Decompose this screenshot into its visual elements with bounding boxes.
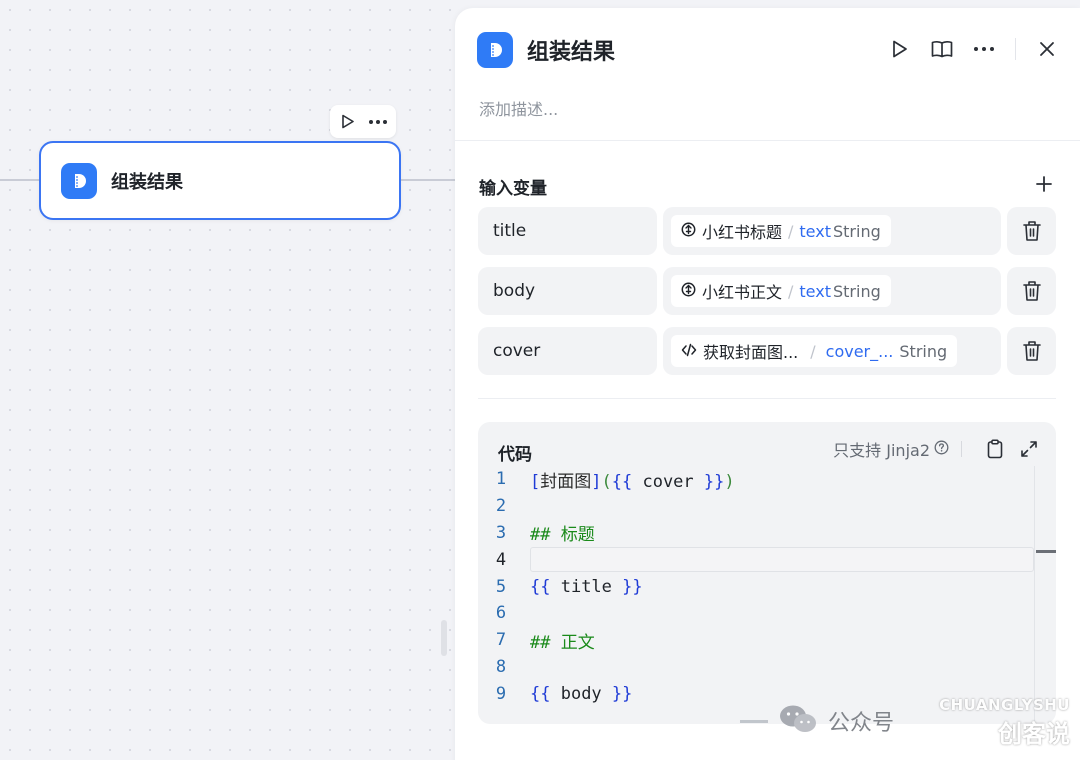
input-variable-row: title 小红书标题 / text String [478, 207, 1056, 255]
code-text: ## 标题 [530, 525, 595, 546]
reference-node-name: 小红书正文 [702, 283, 783, 302]
play-icon[interactable] [339, 113, 357, 131]
variable-reference-select[interactable]: 小红书正文 / text String [663, 267, 1001, 315]
watermark: 公众号 CHUANGLYSHU 创客说 [740, 696, 1070, 749]
watermark-brand: CHUANGLYSHU 创客说 [939, 696, 1070, 749]
divider [478, 398, 1056, 399]
reference-type: String [832, 221, 881, 241]
panel-title: 组装结果 [527, 40, 616, 65]
reference-type: String [899, 341, 948, 361]
reference-type: String [832, 281, 881, 301]
code-line: 7 ## 正文 [478, 627, 1034, 654]
play-icon[interactable] [887, 36, 913, 62]
trash-icon [1022, 341, 1041, 361]
panel-resize-handle[interactable] [441, 620, 447, 656]
code-line: 2 [478, 493, 1034, 520]
workflow-node[interactable]: 组装结果 [39, 141, 401, 220]
variable-name-input[interactable]: body [478, 267, 657, 315]
reference-node-name: 获取封面图... [703, 343, 799, 362]
help-circle-icon[interactable] [934, 440, 949, 459]
code-section-title: 代码 [498, 445, 532, 465]
input-variable-row: cover 获取封面图... / cover_... String [478, 327, 1056, 375]
input-variable-row: body 小红书正文 / text String [478, 267, 1056, 315]
variable-reference-select[interactable]: 小红书标题 / text String [663, 207, 1001, 255]
clipboard-icon[interactable] [982, 436, 1008, 462]
code-line-active: 4 [478, 546, 1034, 573]
delete-variable-button[interactable] [1007, 267, 1056, 315]
code-toolbar: 只支持 Jinja2 [833, 436, 1042, 462]
line-number: 3 [495, 522, 507, 543]
line-number: 9 [495, 683, 507, 704]
jinja-support-text: 只支持 Jinja2 [833, 441, 930, 460]
description-input[interactable]: 添加描述... [479, 96, 558, 120]
variable-name-input[interactable]: title [478, 207, 657, 255]
watermark-dash [740, 719, 768, 723]
code-line: 6 [478, 600, 1034, 627]
line-number: 8 [495, 656, 507, 677]
line-number: 2 [495, 496, 507, 517]
variable-reference-select[interactable]: 获取封面图... / cover_... String [663, 327, 1001, 375]
reference-field: text [799, 221, 831, 241]
watermark-brand-bottom: 创客说 [998, 720, 1070, 748]
code-line: 3 ## 标题 [478, 520, 1034, 547]
llm-icon [681, 282, 696, 301]
scrollbar-thumb[interactable] [1036, 550, 1056, 553]
delete-variable-button[interactable] [1007, 207, 1056, 255]
line-number: 4 [495, 549, 507, 570]
editor-scrollbar[interactable] [1034, 466, 1056, 724]
line-number: 6 [495, 603, 507, 624]
code-text: {{ title }} [530, 576, 643, 597]
edge-incoming [0, 179, 40, 181]
watermark-brand-top: CHUANGLYSHU [939, 696, 1070, 714]
code-lines[interactable]: 1 [封面图]({{ cover }}) 2 3 ## 标题 4 5 {{ ti… [478, 466, 1034, 707]
node-toolbar [330, 105, 396, 138]
panel-header-actions [871, 36, 1060, 62]
variable-name-input[interactable]: cover [478, 327, 657, 375]
node-title: 组装结果 [111, 171, 183, 193]
close-icon[interactable] [1034, 36, 1060, 62]
code-icon [681, 342, 697, 361]
edge-outgoing [400, 179, 455, 181]
reference-field: cover_... [825, 341, 894, 361]
code-text: ## 正文 [530, 632, 595, 653]
reference-chip: 小红书标题 / text String [671, 215, 891, 247]
reference-field: text [799, 281, 831, 301]
divider [455, 140, 1080, 141]
jinja-support-label: 只支持 Jinja2 [833, 437, 949, 461]
code-block-icon [477, 32, 513, 68]
line-number: 1 [495, 469, 507, 490]
inputs-section-title: 输入变量 [479, 179, 547, 199]
trash-icon [1022, 221, 1041, 241]
wechat-icon [778, 703, 818, 739]
reference-separator: / [788, 221, 794, 241]
reference-chip: 获取封面图... / cover_... String [671, 335, 958, 367]
more-horizontal-icon[interactable] [369, 113, 387, 131]
toolbar-divider [961, 441, 962, 457]
code-text: {{ body }} [530, 683, 633, 704]
watermark-prefix: 公众号 [828, 711, 895, 736]
reference-separator: / [788, 281, 794, 301]
delete-variable-button[interactable] [1007, 327, 1056, 375]
code-editor-card: 代码 只支持 Jinja2 1 [封面图]({{ cover }}) 2 3 #… [478, 422, 1056, 724]
book-icon[interactable] [929, 36, 955, 62]
code-line: 5 {{ title }} [478, 573, 1034, 600]
node-config-panel: 组装结果 添加描述... 输入变量 title 小红书标题 / text Str… [455, 8, 1080, 760]
plus-icon[interactable] [1032, 172, 1056, 196]
reference-separator: / [810, 341, 816, 361]
code-line: 1 [封面图]({{ cover }}) [478, 466, 1034, 493]
trash-icon [1022, 281, 1041, 301]
llm-icon [681, 222, 696, 241]
reference-chip: 小红书正文 / text String [671, 275, 891, 307]
reference-node-name: 小红书标题 [702, 223, 783, 242]
code-text: [封面图]({{ cover }}) [530, 471, 735, 492]
line-number: 5 [495, 576, 507, 597]
code-block-icon [61, 162, 97, 199]
line-number: 7 [495, 630, 507, 651]
more-horizontal-icon[interactable] [971, 36, 997, 62]
header-divider [1015, 38, 1016, 60]
expand-icon[interactable] [1016, 436, 1042, 462]
code-line: 8 [478, 654, 1034, 681]
